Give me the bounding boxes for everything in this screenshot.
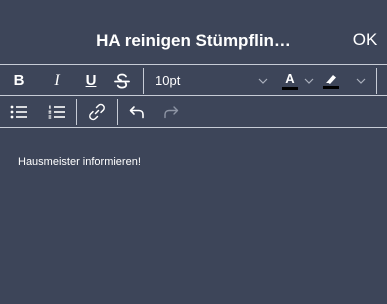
underline-button[interactable]: U — [80, 65, 102, 96]
numbered-list-icon — [48, 105, 65, 119]
italic-button[interactable]: I — [46, 65, 68, 96]
toolbar-divider — [376, 68, 377, 94]
list-link-toolbar — [0, 96, 387, 128]
undo-button[interactable] — [126, 96, 148, 127]
strikethrough-icon — [114, 73, 130, 89]
toolbar-divider — [143, 68, 144, 94]
formatting-toolbar: B I U 10pt A — [0, 64, 387, 96]
header-bar: HA reinigen Stümpflin… OK — [0, 0, 387, 64]
highlight-color-swatch — [323, 85, 339, 89]
toolbar-divider — [117, 99, 118, 125]
ok-button[interactable]: OK — [347, 27, 383, 53]
toolbar-divider — [76, 99, 77, 125]
font-size-value: 10pt — [155, 73, 181, 88]
strikethrough-button[interactable] — [110, 65, 134, 96]
link-button[interactable] — [84, 96, 110, 127]
highlight-dropdown[interactable] — [354, 65, 368, 96]
highlighter-icon — [326, 74, 336, 84]
highlight-button[interactable] — [320, 65, 342, 96]
bullet-list-icon — [10, 105, 27, 118]
chevron-down-icon — [356, 78, 366, 84]
redo-icon — [164, 105, 179, 118]
undo-icon — [129, 105, 144, 118]
font-color-dropdown[interactable] — [302, 65, 316, 96]
editor-content[interactable]: Hausmeister informieren! — [18, 156, 141, 168]
underline-label: U — [85, 72, 97, 89]
font-color-swatch — [282, 86, 298, 90]
numbered-list-button[interactable] — [46, 96, 68, 127]
chevron-down-icon — [304, 78, 314, 84]
font-color-button[interactable]: A — [280, 65, 300, 96]
link-icon — [89, 103, 105, 120]
bullet-list-button[interactable] — [8, 96, 30, 127]
redo-button[interactable] — [160, 96, 182, 127]
chevron-down-icon — [258, 78, 268, 84]
note-title: HA reinigen Stümpflin… — [96, 31, 291, 50]
font-size-dropdown[interactable] — [256, 65, 270, 96]
font-color-label: A — [285, 70, 295, 86]
bold-button[interactable]: B — [8, 65, 30, 96]
